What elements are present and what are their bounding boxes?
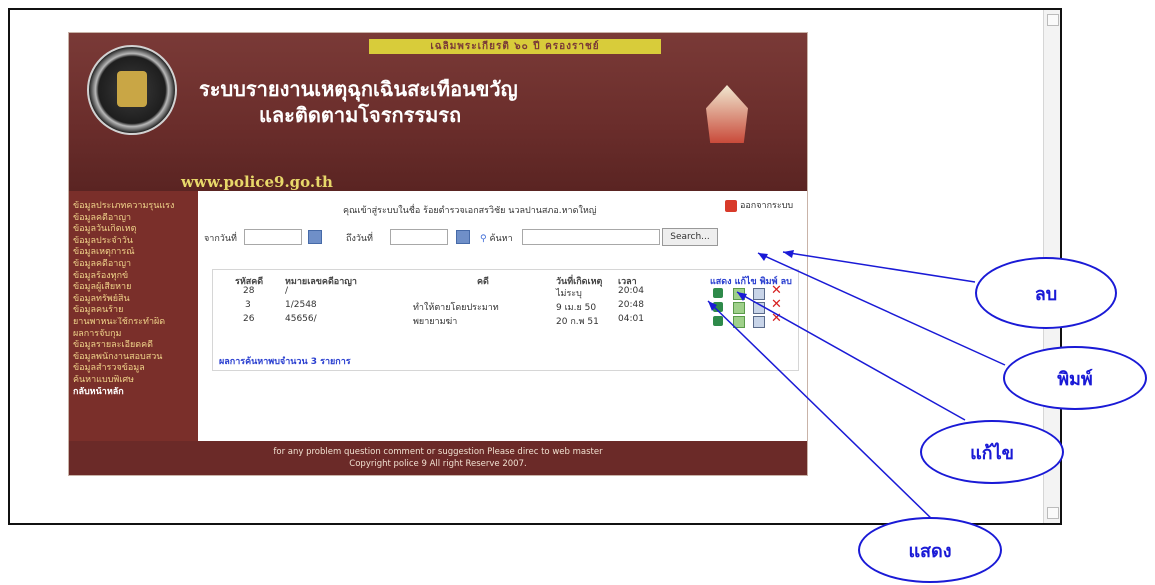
callout-show: แสดง — [858, 517, 1002, 583]
arrow-show — [707, 300, 936, 523]
callout-edit: แก้ไข — [920, 420, 1064, 484]
arrow-head-delete — [783, 250, 794, 258]
callout-print: พิมพ์ — [1003, 346, 1147, 410]
arrow-edit — [736, 291, 966, 421]
callout-delete: ลบ — [975, 257, 1117, 329]
arrow-head-edit — [737, 292, 747, 301]
arrow-head-show — [708, 301, 717, 311]
arrow-print — [757, 252, 1006, 366]
